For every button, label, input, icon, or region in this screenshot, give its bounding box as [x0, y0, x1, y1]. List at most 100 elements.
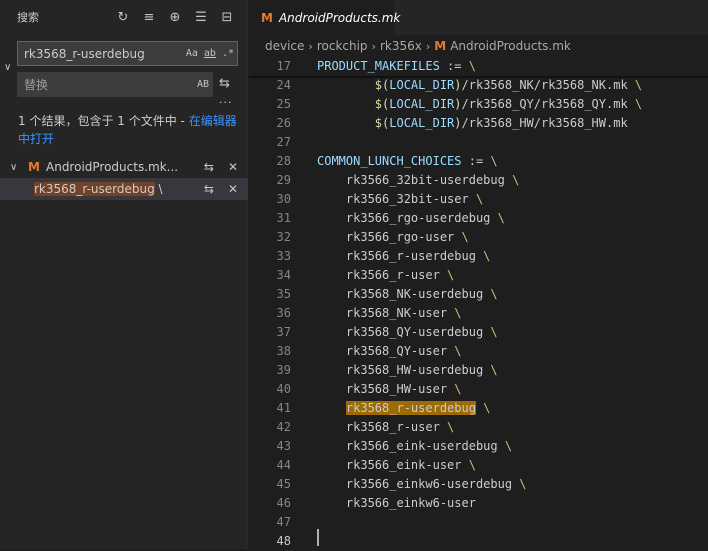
- code-token: rk3566_32bit-userdebug: [317, 173, 513, 187]
- code-line[interactable]: 43 rk3566_eink-userdebug \: [249, 437, 708, 456]
- code-token: rk3566_r-user: [317, 268, 448, 282]
- code-line[interactable]: 35 rk3568_NK-userdebug \: [249, 285, 708, 304]
- line-number: 25: [276, 97, 291, 111]
- code-token: LOCAL_DIR: [389, 78, 455, 92]
- replace-all-icon[interactable]: ⇆: [219, 76, 230, 91]
- code-text: rk3566_eink-user \: [317, 456, 476, 475]
- result-file-row[interactable]: ∨ M AndroidProducts.mk... ⇆ ✕: [0, 156, 248, 178]
- code-line[interactable]: 32 rk3566_rgo-user \: [249, 228, 708, 247]
- refresh-icon[interactable]: ↻: [113, 7, 133, 27]
- code-text: $(LOCAL_DIR)/rk3568_HW/rk3568_HW.mk: [317, 114, 628, 133]
- code-line[interactable]: 39 rk3568_HW-userdebug \: [249, 361, 708, 380]
- result-file-name: AndroidProducts.mk...: [46, 160, 179, 174]
- code-line[interactable]: 46 rk3566_einkw6-user: [249, 494, 708, 513]
- breadcrumb-item[interactable]: rk356x: [380, 39, 422, 53]
- code-token: \: [468, 458, 476, 472]
- file-row-actions: ⇆ ✕: [204, 160, 238, 174]
- match-case-toggle[interactable]: Aa: [183, 48, 201, 59]
- line-number: 26: [276, 116, 291, 130]
- code-line[interactable]: 29 rk3566_32bit-userdebug \: [249, 171, 708, 190]
- code-text: rk3566_r-userdebug \: [317, 247, 491, 266]
- code-line[interactable]: 31 rk3566_rgo-userdebug \: [249, 209, 708, 228]
- code-line[interactable]: 41 rk3568_r-userdebug \: [249, 399, 708, 418]
- code-line[interactable]: 33 rk3566_r-userdebug \: [249, 247, 708, 266]
- view-as-tree-icon[interactable]: ☰: [191, 7, 211, 27]
- match-row-actions: ⇆ ✕: [204, 182, 238, 196]
- code-token: rk3566_einkw6-user: [317, 496, 476, 510]
- code-token: ): [454, 116, 462, 130]
- breadcrumb-item[interactable]: rockchip: [317, 39, 368, 53]
- replace-input[interactable]: [18, 77, 194, 92]
- code-line[interactable]: 45 rk3566_einkw6-userdebug \: [249, 475, 708, 494]
- code-token: :=: [439, 59, 469, 73]
- line-number: 45: [276, 477, 291, 491]
- code-token: \: [490, 325, 498, 339]
- toggle-replace-chevron-icon[interactable]: ∨: [4, 62, 11, 73]
- code-token: \: [490, 363, 498, 377]
- line-number: 48: [276, 534, 291, 548]
- code-token: rk3566_r-userdebug: [317, 249, 484, 263]
- code-line[interactable]: 26 $(LOCAL_DIR)/rk3568_HW/rk3568_HW.mk: [249, 114, 708, 133]
- tab-androidproducts[interactable]: M AndroidProducts.mk: [249, 0, 400, 35]
- match-whole-word-toggle[interactable]: ab: [201, 48, 219, 59]
- code-line[interactable]: 36 rk3568_NK-user \: [249, 304, 708, 323]
- chevron-down-icon[interactable]: ∨: [10, 162, 24, 173]
- line-number: 41: [276, 401, 291, 415]
- line-number: 36: [276, 306, 291, 320]
- code-token: \: [447, 420, 455, 434]
- breadcrumb-item[interactable]: AndroidProducts.mk: [450, 39, 571, 53]
- match-text: rk3568_r-userdebug \: [34, 182, 163, 196]
- line-number: 32: [276, 230, 291, 244]
- code-token: rk3568_QY-userdebug: [317, 325, 491, 339]
- use-regex-toggle[interactable]: .*: [219, 48, 237, 59]
- code-line[interactable]: 44 rk3566_eink-user \: [249, 456, 708, 475]
- code-token: rk3566_einkw6-userdebug: [317, 477, 520, 491]
- code-token: \: [519, 477, 527, 491]
- code-token: :=: [461, 154, 491, 168]
- more-options-icon[interactable]: ···: [219, 96, 233, 109]
- dismiss-match-icon[interactable]: ✕: [228, 182, 238, 196]
- code-token: ): [454, 97, 462, 111]
- code-token: rk3568_QY-user: [317, 344, 455, 358]
- code-line[interactable]: 17 PRODUCT_MAKEFILES := \: [249, 57, 708, 76]
- preserve-case-toggle[interactable]: AB: [194, 79, 212, 90]
- code-token: \: [634, 78, 643, 92]
- code-text: rk3568_HW-userdebug \: [317, 361, 498, 380]
- code-token: rk3566_eink-user: [317, 458, 469, 472]
- sticky-scroll-shadow: [249, 76, 708, 79]
- code-line[interactable]: 40 rk3568_HW-user \: [249, 380, 708, 399]
- match-highlight: rk3568_r-userdebug: [34, 182, 155, 196]
- code-token: \: [483, 401, 491, 415]
- code-line[interactable]: 25 $(LOCAL_DIR)/rk3568_QY/rk3568_QY.mk \: [249, 95, 708, 114]
- replace-match-icon[interactable]: ⇆: [204, 182, 214, 196]
- code-editor[interactable]: 17 PRODUCT_MAKEFILES := \ 24 $(LOCAL_DIR)/…: [249, 57, 708, 549]
- code-line[interactable]: 42 rk3568_r-user \: [249, 418, 708, 437]
- code-line[interactable]: 37 rk3568_QY-userdebug \: [249, 323, 708, 342]
- clear-results-icon[interactable]: ≡: [139, 7, 159, 27]
- replace-in-file-icon[interactable]: ⇆: [204, 160, 214, 174]
- code-text: rk3566_eink-userdebug \: [317, 437, 512, 456]
- code-token: LOCAL_DIR: [389, 116, 455, 130]
- code-line[interactable]: 27: [249, 133, 708, 152]
- code-token: /rk3568_HW/rk3568_HW.mk: [461, 116, 628, 130]
- code-token: \: [490, 287, 498, 301]
- code-line[interactable]: 38 rk3568_QY-user \: [249, 342, 708, 361]
- code-line[interactable]: 30 rk3566_32bit-user \: [249, 190, 708, 209]
- search-input[interactable]: [18, 46, 183, 61]
- new-search-editor-icon[interactable]: ⊕: [165, 7, 185, 27]
- code-line[interactable]: 28 COMMON_LUNCH_CHOICES := \: [249, 152, 708, 171]
- breadcrumb-item[interactable]: device: [265, 39, 304, 53]
- code-token: \: [454, 382, 462, 396]
- sidebar-actions: ↻ ≡ ⊕ ☰ ⊟: [113, 7, 237, 27]
- match-rest: \: [154, 182, 163, 196]
- code-line[interactable]: 34 rk3566_r-user \: [249, 266, 708, 285]
- breadcrumb-separator-icon: ›: [308, 39, 313, 53]
- dismiss-icon[interactable]: ✕: [228, 160, 238, 174]
- tab-makefile-icon: M: [261, 10, 273, 25]
- result-match-row[interactable]: rk3568_r-userdebug \ ⇆ ✕: [0, 178, 248, 200]
- code-token: $(: [374, 116, 390, 130]
- collapse-all-icon[interactable]: ⊟: [217, 7, 237, 27]
